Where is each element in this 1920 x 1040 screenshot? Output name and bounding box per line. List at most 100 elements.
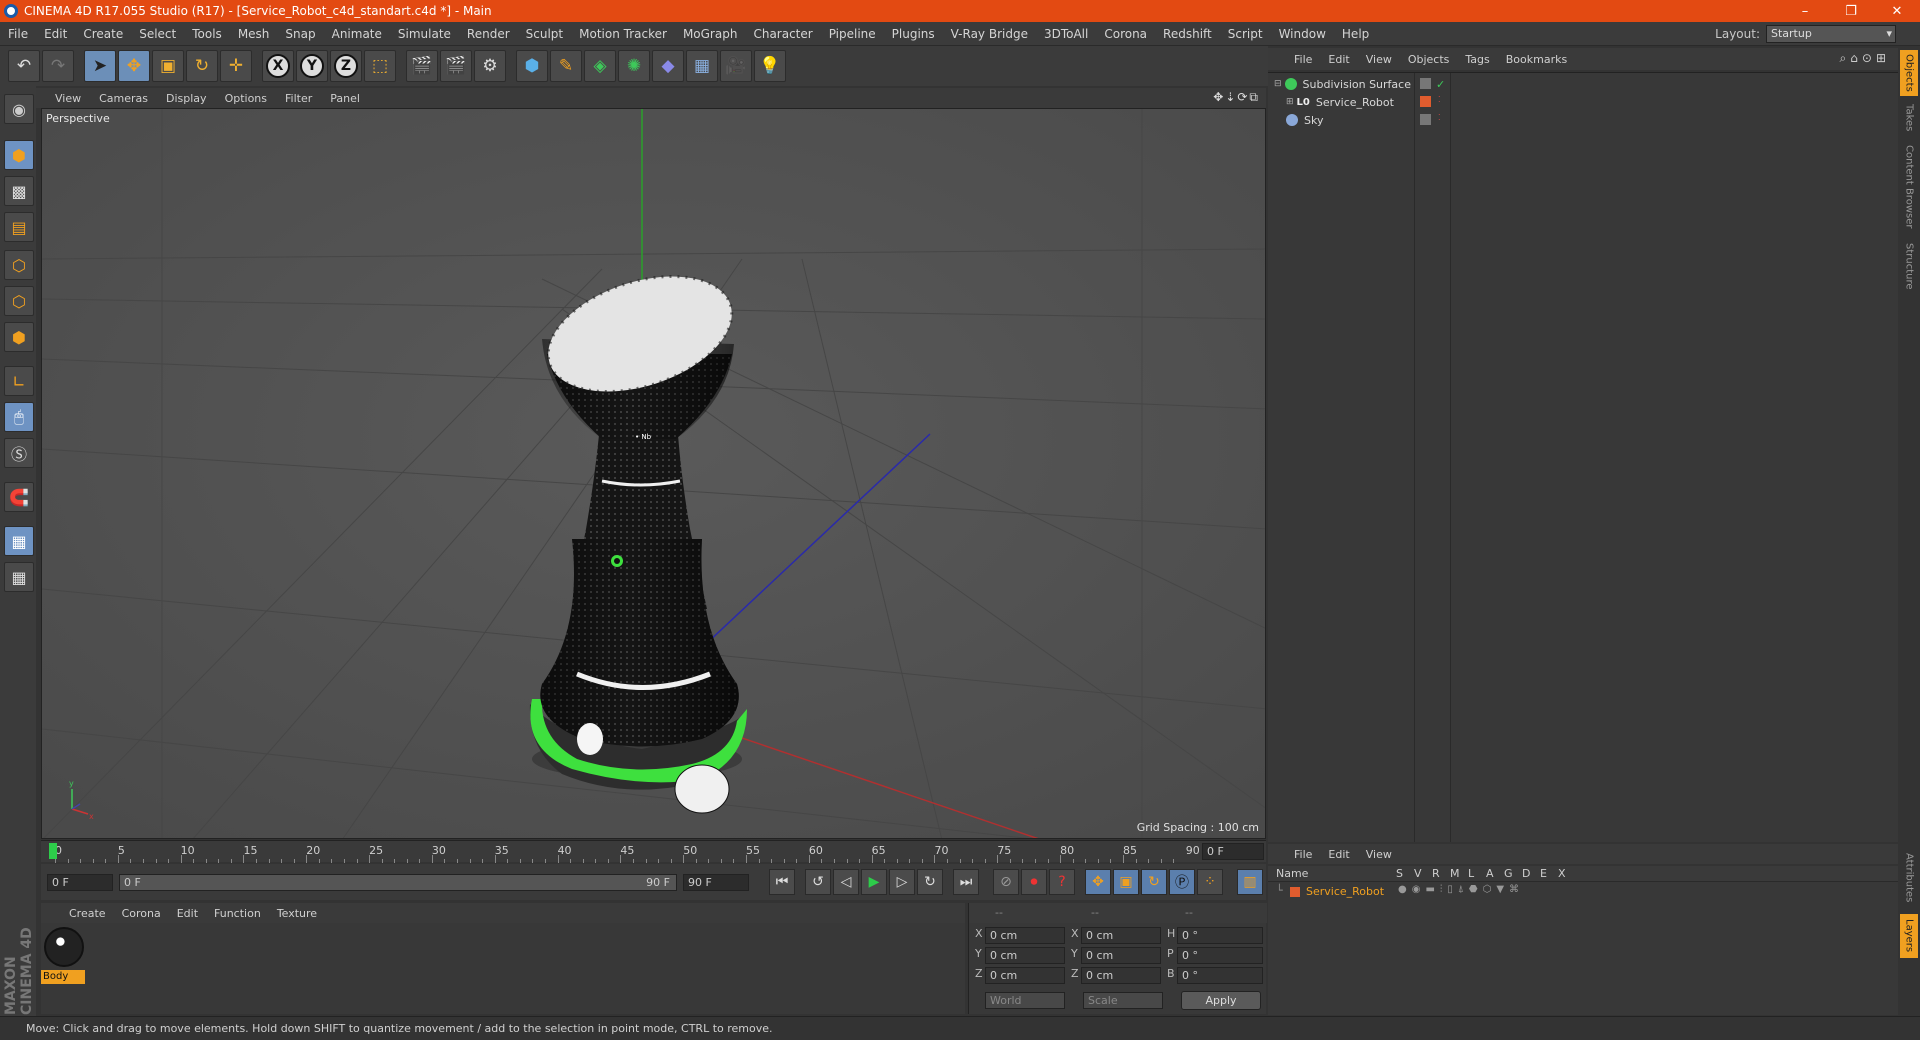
key-scale-icon[interactable]: ▣ bbox=[1113, 869, 1139, 895]
render-picture-viewer-icon[interactable]: 🎬 bbox=[440, 50, 472, 82]
undo-icon[interactable]: ↶ bbox=[8, 50, 40, 82]
expand-toggle-icon[interactable]: ⊟ bbox=[1274, 79, 1282, 89]
object-row-sky[interactable]: Sky ⁚ bbox=[1268, 111, 1898, 129]
coord-pos-z-field[interactable]: 0 cm bbox=[985, 967, 1065, 984]
axis-mode-icon[interactable]: ∟ bbox=[4, 366, 34, 396]
coord-size-mode-dropdown[interactable]: Scale bbox=[1083, 992, 1163, 1009]
mograph-cloner-icon[interactable]: ✺ bbox=[618, 50, 650, 82]
make-editable-icon[interactable]: ◉ bbox=[4, 94, 34, 124]
menu-edit[interactable]: Edit bbox=[36, 27, 75, 41]
rotate-tool-icon[interactable]: ↻ bbox=[186, 50, 218, 82]
texture-mode-icon[interactable]: ▩ bbox=[4, 176, 34, 206]
z-axis-lock-icon[interactable]: Z bbox=[330, 50, 362, 82]
menu-tools[interactable]: Tools bbox=[184, 27, 230, 41]
menu-mesh[interactable]: Mesh bbox=[230, 27, 278, 41]
y-axis-lock-icon[interactable]: Y bbox=[296, 50, 328, 82]
tab-structure[interactable]: Structure bbox=[1900, 238, 1918, 294]
viewport-navigation-icons[interactable]: ✥⇣⟳⧉ bbox=[1213, 90, 1260, 105]
material-menu-create[interactable]: Create bbox=[61, 907, 114, 920]
restore-button[interactable]: ❐ bbox=[1828, 0, 1874, 22]
solo-mode-icon[interactable]: Ⓢ bbox=[4, 438, 34, 468]
menu-3dtoall[interactable]: 3DToAll bbox=[1036, 27, 1096, 41]
edges-mode-icon[interactable]: ⬡ bbox=[4, 286, 34, 316]
redo-icon[interactable]: ↷ bbox=[42, 50, 74, 82]
model-mode-icon[interactable]: ⬢ bbox=[4, 140, 34, 170]
layer-row[interactable]: └ Service_Robot ●◉▬⫶▯⍋⬣⬡▼⌘ bbox=[1268, 884, 1898, 900]
viewport-menu-panel[interactable]: Panel bbox=[321, 92, 369, 105]
coord-pos-y-field[interactable]: 0 cm bbox=[985, 947, 1065, 964]
render-view-icon[interactable]: 🎬 bbox=[406, 50, 438, 82]
layer-toggle-icons[interactable]: ●◉▬⫶▯⍋⬣⬡▼⌘ bbox=[1398, 884, 1524, 895]
tab-layers[interactable]: Layers bbox=[1900, 914, 1918, 958]
visibility-dots-icon[interactable]: ⁚ bbox=[1438, 95, 1441, 104]
om-menu-tags[interactable]: Tags bbox=[1457, 53, 1497, 66]
preview-range-slider[interactable]: 0 F 90 F bbox=[119, 873, 677, 891]
cube-primitive-icon[interactable]: ⬢ bbox=[516, 50, 548, 82]
key-position-icon[interactable]: ✥ bbox=[1085, 869, 1111, 895]
coord-pos-x-field[interactable]: 0 cm bbox=[985, 927, 1065, 944]
floor-icon[interactable]: ▦ bbox=[686, 50, 718, 82]
frame-ruler[interactable]: 0 5 10 15 20 25 30 35 40 45 50 55 60 65 70 75 80 85 90 bbox=[49, 841, 1200, 863]
om-menu-file[interactable]: File bbox=[1286, 53, 1320, 66]
timeline-window-icon[interactable]: ▥ bbox=[1237, 869, 1263, 895]
menu-window[interactable]: Window bbox=[1271, 27, 1334, 41]
menu-select[interactable]: Select bbox=[131, 27, 184, 41]
x-axis-lock-icon[interactable]: X bbox=[262, 50, 294, 82]
menu-render[interactable]: Render bbox=[459, 27, 518, 41]
material-menu-texture[interactable]: Texture bbox=[269, 907, 325, 920]
layer-name[interactable]: Service_Robot bbox=[1306, 885, 1384, 898]
apply-button[interactable]: Apply bbox=[1181, 991, 1261, 1010]
om-menu-objects[interactable]: Objects bbox=[1400, 53, 1458, 66]
menu-snap[interactable]: Snap bbox=[277, 27, 323, 41]
viewport-camera-label[interactable]: Perspective bbox=[46, 112, 110, 125]
coord-size-z-field[interactable]: 0 cm bbox=[1081, 967, 1161, 984]
menu-vray-bridge[interactable]: V-Ray Bridge bbox=[943, 27, 1036, 41]
tab-objects[interactable]: Objects bbox=[1900, 50, 1918, 96]
om-toolbar-icons[interactable]: ⌕⌂⊙⊞ bbox=[1840, 51, 1890, 66]
start-frame-field[interactable]: 0 F bbox=[47, 873, 113, 891]
select-tool-icon[interactable]: ➤ bbox=[84, 50, 116, 82]
key-parameter-icon[interactable]: Ⓟ bbox=[1169, 869, 1195, 895]
coord-size-x-field[interactable]: 0 cm bbox=[1081, 927, 1161, 944]
viewport-menu-options[interactable]: Options bbox=[216, 92, 276, 105]
points-mode-icon[interactable]: ⬡ bbox=[4, 250, 34, 280]
move-tool-icon[interactable]: ✥ bbox=[118, 50, 150, 82]
light-icon[interactable]: 💡 bbox=[754, 50, 786, 82]
render-settings-icon[interactable]: ⚙ bbox=[474, 50, 506, 82]
planar-workplane-icon[interactable]: ▦ bbox=[4, 562, 34, 592]
menu-redshift[interactable]: Redshift bbox=[1155, 27, 1220, 41]
viewport-menu-display[interactable]: Display bbox=[157, 92, 216, 105]
menu-pipeline[interactable]: Pipeline bbox=[821, 27, 884, 41]
coordinate-system-icon[interactable]: ⬚ bbox=[364, 50, 396, 82]
layer-menu-view[interactable]: View bbox=[1358, 848, 1400, 861]
expand-toggle-icon[interactable]: ⊞ bbox=[1286, 97, 1294, 107]
menu-simulate[interactable]: Simulate bbox=[390, 27, 459, 41]
prev-frame-icon[interactable]: ◁ bbox=[833, 869, 859, 895]
menu-sculpt[interactable]: Sculpt bbox=[518, 27, 571, 41]
om-menu-view[interactable]: View bbox=[1358, 53, 1400, 66]
tab-takes[interactable]: Takes bbox=[1900, 100, 1918, 136]
material-item-body[interactable]: Body bbox=[41, 923, 87, 987]
next-frame-icon[interactable]: ▷ bbox=[889, 869, 915, 895]
key-rotation-icon[interactable]: ↻ bbox=[1141, 869, 1167, 895]
object-row-service-robot[interactable]: ⊞ L0 Service_Robot ⁚ bbox=[1268, 93, 1898, 111]
layer-menu-file[interactable]: File bbox=[1286, 848, 1320, 861]
scale-tool-icon[interactable]: ▣ bbox=[152, 50, 184, 82]
tab-content-browser[interactable]: Content Browser bbox=[1900, 140, 1918, 234]
subdivision-surface-icon[interactable]: ◈ bbox=[584, 50, 616, 82]
end-frame-field[interactable]: 90 F bbox=[683, 873, 749, 891]
material-menu-function[interactable]: Function bbox=[206, 907, 269, 920]
polygons-mode-icon[interactable]: ⬢ bbox=[4, 322, 34, 352]
minimize-button[interactable]: – bbox=[1782, 0, 1828, 22]
tweak-mode-icon[interactable]: 🖱 bbox=[4, 402, 34, 432]
workplane-lock-icon[interactable]: ▦ bbox=[4, 526, 34, 556]
record-active-objects-icon[interactable]: ⏺ bbox=[1021, 869, 1047, 895]
om-menu-bookmarks[interactable]: Bookmarks bbox=[1498, 53, 1575, 66]
menu-plugins[interactable]: Plugins bbox=[884, 27, 943, 41]
autokeying-icon[interactable]: ? bbox=[1049, 869, 1075, 895]
camera-icon[interactable]: 🎥 bbox=[720, 50, 752, 82]
coord-rot-b-field[interactable]: 0 ° bbox=[1177, 967, 1263, 984]
viewport-menu-view[interactable]: View bbox=[46, 92, 90, 105]
material-menu-edit[interactable]: Edit bbox=[169, 907, 206, 920]
next-key-icon[interactable]: ↻ bbox=[917, 869, 943, 895]
